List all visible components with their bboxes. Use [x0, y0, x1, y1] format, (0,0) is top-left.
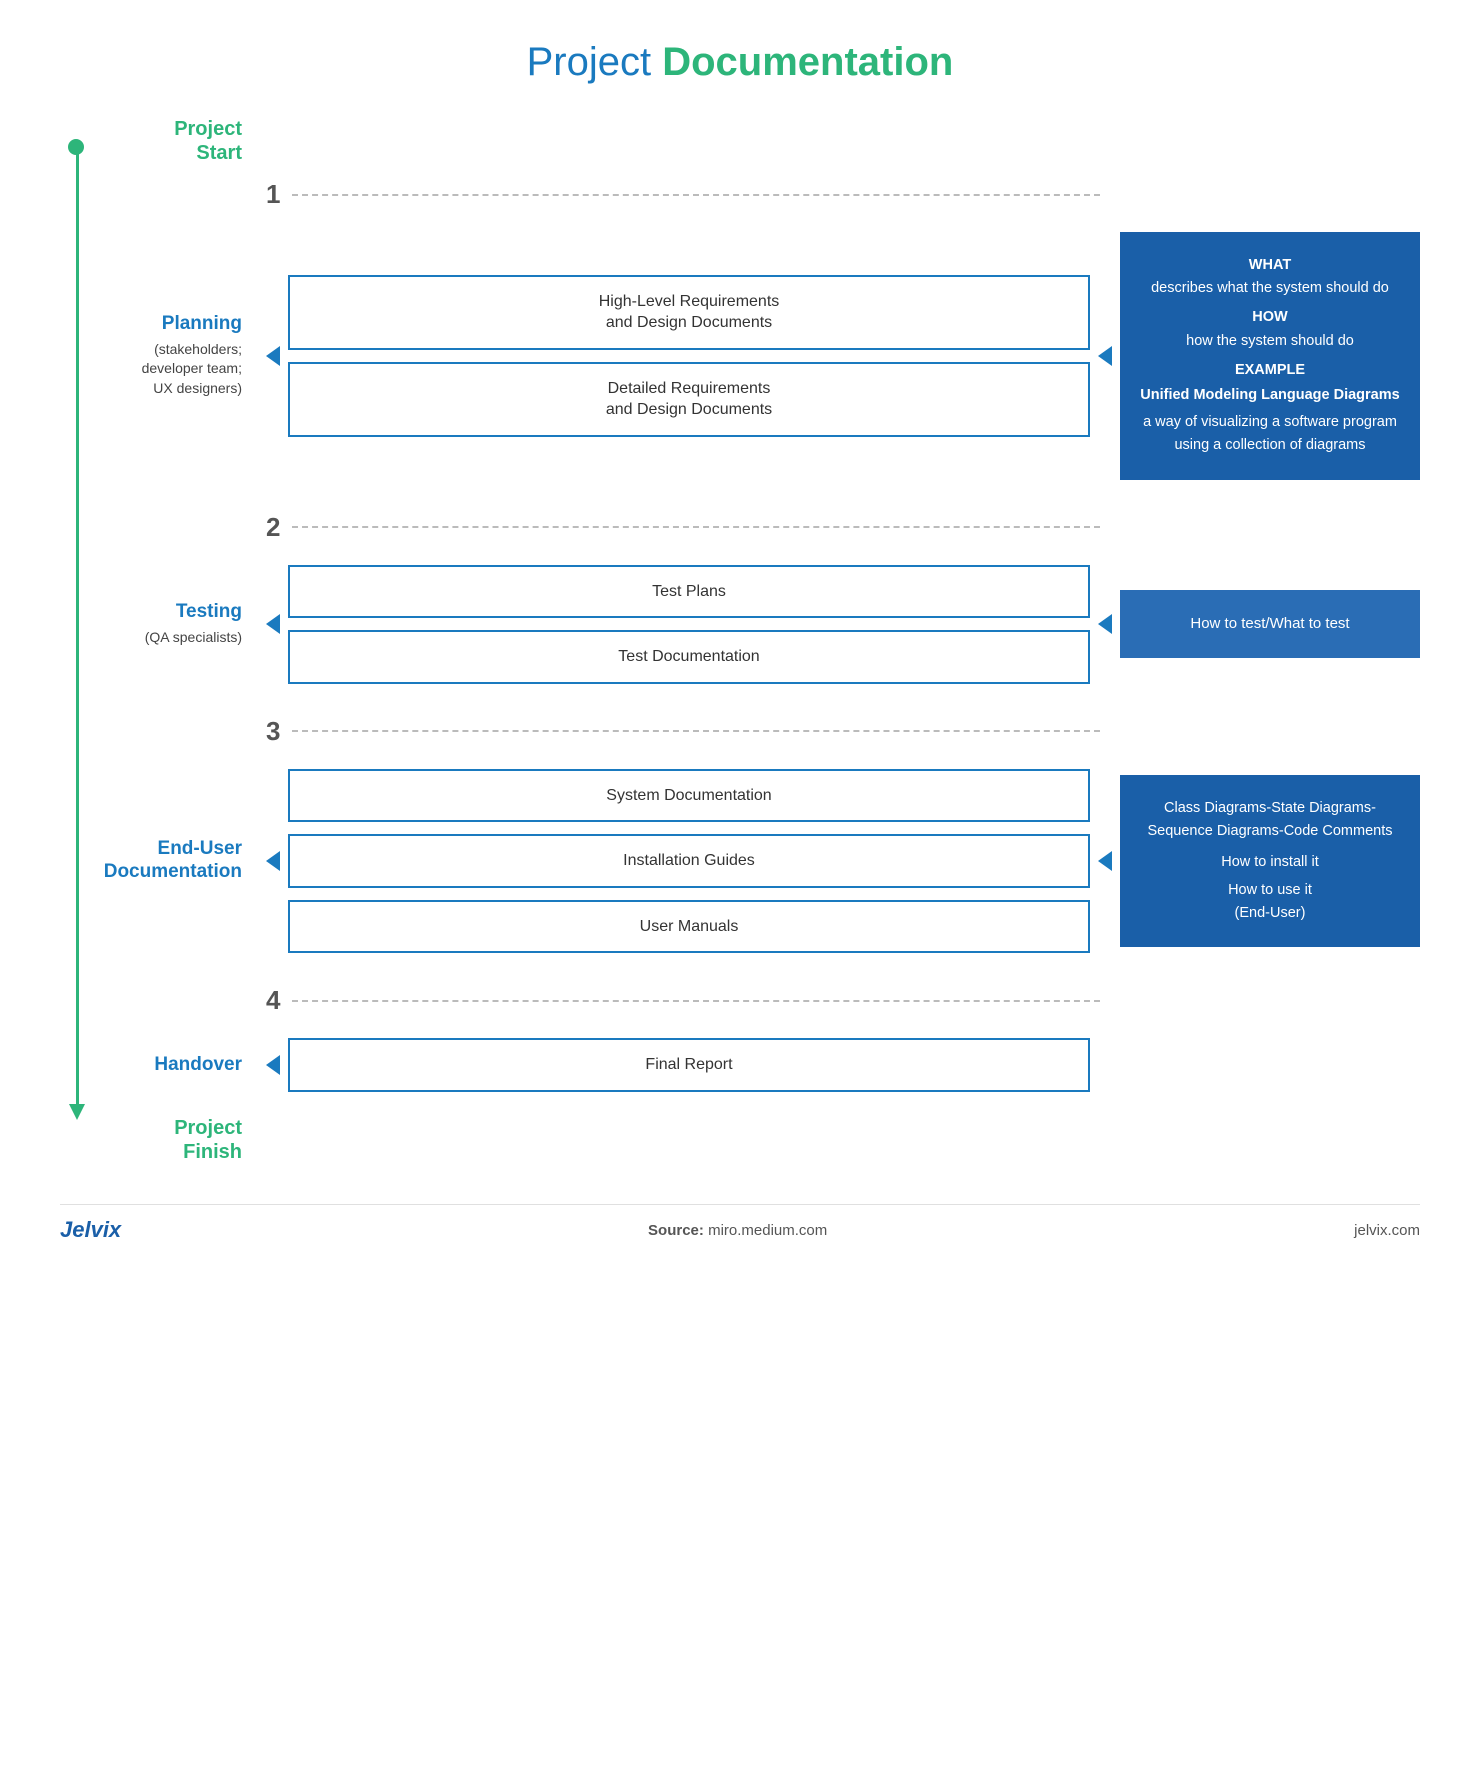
page-container: Project Documentation Project Start	[0, 0, 1480, 1768]
phase1-what-label: WHAT	[1249, 257, 1291, 273]
phase1-how-desc: how the system should do	[1136, 330, 1404, 353]
doc-box-system-documentation: System Documentation	[288, 769, 1090, 823]
project-start-row: Project Start	[96, 117, 1420, 171]
phase3-right-arrow-cell	[1090, 851, 1120, 871]
phase2-doc-boxes: Test Plans Test Documentation	[288, 565, 1090, 684]
timeline-start-dot	[68, 139, 84, 155]
phase2-content: Testing (QA specialists) Test Plans Test…	[96, 547, 1420, 708]
step2-dash	[292, 526, 1100, 528]
doc-box-installation-guides: Installation Guides	[288, 834, 1090, 888]
main-content: Project Start 1 Planning (stakehol	[60, 117, 1420, 1164]
project-start-label: Project Start	[174, 118, 242, 164]
phase1-how-label: HOW	[1252, 309, 1287, 325]
step1-dash	[292, 194, 1100, 196]
phase2-label-cell: Testing (QA specialists)	[96, 601, 256, 647]
step4-dash	[292, 1000, 1100, 1002]
doc-box-test-plans: Test Plans	[288, 565, 1090, 619]
project-finish-row: Project Finish	[96, 1116, 1420, 1164]
doc-box-final-report: Final Report	[288, 1038, 1090, 1092]
phase1-arrow-cell	[256, 346, 288, 366]
footer-brand: Jelvix	[60, 1217, 121, 1243]
phase1-label: Planning	[96, 313, 242, 336]
phase3-info-class: Class Diagrams-State Diagrams-Sequence D…	[1136, 797, 1404, 843]
phase1-sublabel: (stakeholders;developer team;UX designer…	[96, 340, 242, 399]
footer: Jelvix Source: miro.medium.com jelvix.co…	[60, 1204, 1420, 1243]
phase3-arrow-cell	[256, 851, 288, 871]
phase1-example-label: EXAMPLE	[1235, 362, 1305, 378]
phase3-right-arrow-icon	[1098, 851, 1112, 871]
phase3-label-cell: End-UserDocumentation	[96, 838, 256, 884]
project-finish-label-cell: Project Finish	[96, 1116, 256, 1164]
step2-divider-mid: 2	[256, 512, 1100, 543]
page-title-area: Project Documentation	[60, 40, 1420, 85]
phase2-right-arrow-icon	[1098, 614, 1112, 634]
doc-box-test-documentation: Test Documentation	[288, 630, 1090, 684]
step4-divider-mid: 4	[256, 985, 1100, 1016]
timeline-column	[60, 117, 96, 1164]
phase4-arrow-cell	[256, 1055, 288, 1075]
phase2-arrow-icon	[266, 614, 280, 634]
phase4-arrow-icon	[266, 1055, 280, 1075]
step2-divider-row: 2	[96, 504, 1420, 547]
title-prefix: Project	[527, 40, 663, 84]
timeline-end-arrow	[69, 1104, 85, 1120]
phase1-right-arrow-icon	[1098, 346, 1112, 366]
phase4-label: Handover	[96, 1054, 242, 1077]
phase2-arrow-cell	[256, 614, 288, 634]
doc-box-detailed: Detailed Requirementsand Design Document…	[288, 362, 1090, 437]
phase2-sublabel: (QA specialists)	[96, 628, 242, 648]
step2-number: 2	[266, 512, 280, 543]
footer-source: Source: miro.medium.com	[648, 1222, 827, 1239]
phase4-label-cell: Handover	[96, 1054, 256, 1077]
phase3-arrow-icon	[266, 851, 280, 871]
step4-number: 4	[266, 985, 280, 1016]
phase3-content: End-UserDocumentation System Documentati…	[96, 751, 1420, 978]
phase3-info-box: Class Diagrams-State Diagrams-Sequence D…	[1120, 775, 1420, 947]
footer-url: jelvix.com	[1354, 1222, 1420, 1239]
step3-divider-mid: 3	[256, 716, 1100, 747]
step3-dash	[292, 730, 1100, 732]
step4-divider-row: 4	[96, 977, 1420, 1020]
phase1-info-box: WHAT describes what the system should do…	[1120, 232, 1420, 480]
step1-divider-mid: 1	[256, 179, 1100, 210]
project-start-label-cell: Project Start	[96, 117, 256, 165]
step1-divider-row: 1	[96, 171, 1420, 214]
phase1-info-panel: WHAT describes what the system should do…	[1120, 232, 1420, 480]
phase1-label-cell: Planning (stakeholders;developer team;UX…	[96, 313, 256, 399]
doc-box-user-manuals: User Manuals	[288, 900, 1090, 954]
phase3-label: End-UserDocumentation	[96, 838, 242, 884]
doc-box-high-level: High-Level Requirementsand Design Docume…	[288, 275, 1090, 350]
phase1-what-desc: describes what the system should do	[1136, 277, 1404, 300]
title-main: Documentation	[662, 40, 953, 84]
phase1-right-arrow-cell	[1090, 346, 1120, 366]
step3-number: 3	[266, 716, 280, 747]
phase3-info-install: How to install it	[1136, 851, 1404, 874]
phase1-example-value: Unified Modeling Language Diagrams	[1136, 384, 1404, 407]
phase2-label: Testing	[96, 601, 242, 624]
footer-source-value: miro.medium.com	[708, 1222, 827, 1239]
rows-container: Project Start 1 Planning (stakehol	[96, 117, 1420, 1164]
phase1-doc-boxes: High-Level Requirementsand Design Docume…	[288, 275, 1090, 437]
phase2-right-arrow-cell	[1090, 614, 1120, 634]
phase2-info-text: How to test/What to test	[1136, 612, 1404, 636]
phase1-example-desc: a way of visualizing a software program …	[1136, 411, 1404, 457]
phase3-info-panel: Class Diagrams-State Diagrams-Sequence D…	[1120, 775, 1420, 947]
project-finish-label: Project Finish	[174, 1117, 242, 1163]
phase1-content: Planning (stakeholders;developer team;UX…	[96, 214, 1420, 504]
phase3-doc-boxes: System Documentation Installation Guides…	[288, 769, 1090, 954]
timeline-line	[76, 147, 79, 1104]
phase4-doc-boxes: Final Report	[288, 1038, 1090, 1092]
step3-divider-row: 3	[96, 708, 1420, 751]
phase1-arrow-icon	[266, 346, 280, 366]
phase4-content: Handover Final Report	[96, 1020, 1420, 1116]
footer-source-label: Source:	[648, 1222, 704, 1239]
phase2-info-panel: How to test/What to test	[1120, 590, 1420, 658]
step1-number: 1	[266, 179, 280, 210]
phase3-info-use: How to use it(End-User)	[1136, 879, 1404, 925]
phase2-info-box: How to test/What to test	[1120, 590, 1420, 658]
